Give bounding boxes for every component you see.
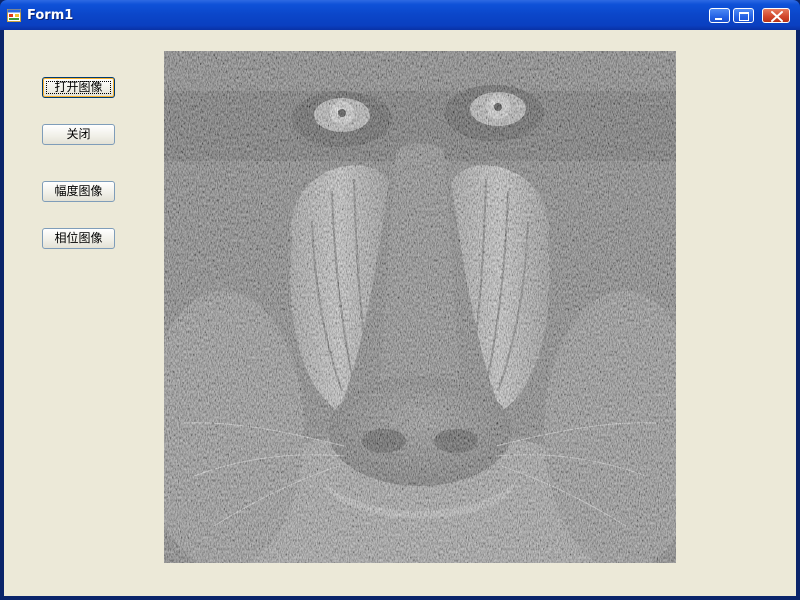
phase-image-button[interactable]: 相位图像	[42, 228, 115, 249]
window-title: Form1	[27, 8, 74, 23]
maximize-button[interactable]	[733, 8, 754, 23]
form1-window: Form1 打开图像 关闭 幅度图像 相位图像	[0, 0, 800, 600]
minimize-button[interactable]	[709, 8, 730, 23]
magnitude-image-button[interactable]: 幅度图像	[42, 181, 115, 202]
open-image-button[interactable]: 打开图像	[42, 77, 115, 98]
client-area: 打开图像 关闭 幅度图像 相位图像	[4, 30, 796, 596]
form-app-icon	[7, 9, 21, 22]
picture-box	[164, 51, 676, 563]
title-bar[interactable]: Form1	[0, 0, 800, 30]
close-icon	[771, 11, 783, 22]
close-window-button[interactable]	[762, 8, 790, 23]
close-button[interactable]: 关闭	[42, 124, 115, 145]
maximize-icon	[739, 12, 749, 21]
mandrill-image	[164, 51, 676, 563]
minimize-icon	[715, 18, 722, 20]
